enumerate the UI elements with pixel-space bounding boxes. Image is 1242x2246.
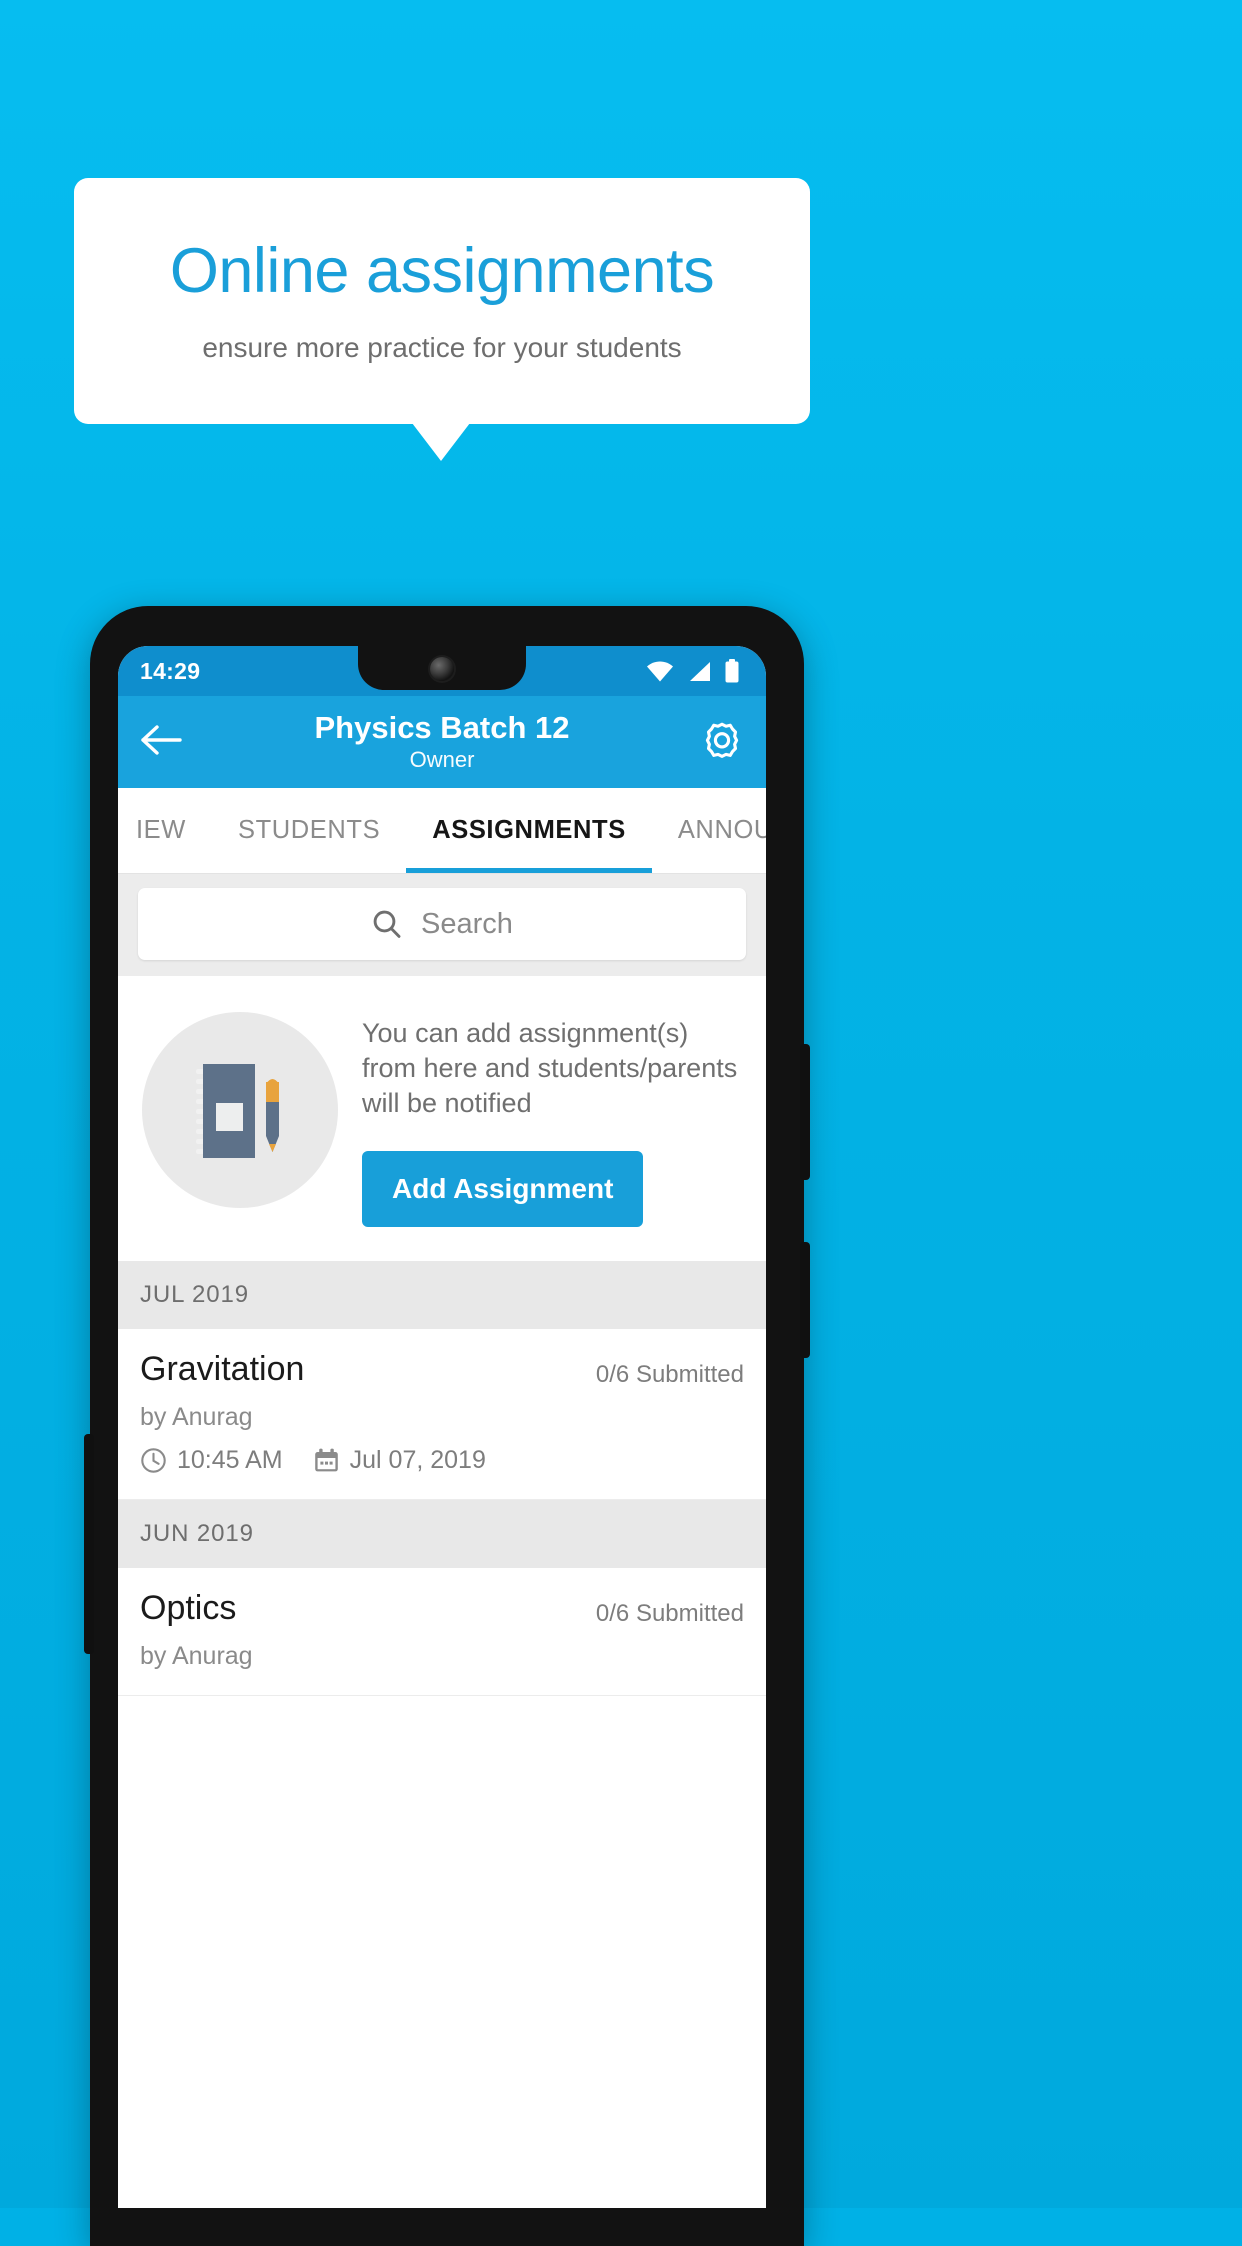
status-icons: [646, 659, 744, 683]
assignment-meta: 10:45 AM Jul 07, 2019: [140, 1446, 744, 1475]
page-subtitle: Owner: [409, 746, 475, 772]
promo-subtitle: ensure more practice for your students: [202, 332, 682, 364]
assignment-submitted-count: 0/6 Submitted: [595, 1361, 744, 1389]
page-title: Physics Batch 12: [314, 710, 570, 746]
search-section: Search: [118, 874, 766, 976]
notebook-and-pen-icon: [142, 1012, 338, 1208]
assignment-header: Gravitation 0/6 Submitted: [140, 1350, 744, 1389]
assignment-author: by Anurag: [140, 1403, 253, 1432]
wifi-icon: [647, 661, 673, 681]
status-bar: 14:29: [118, 646, 766, 696]
phone-power-button: [800, 1242, 810, 1358]
assignment-submitted-count: 0/6 Submitted: [595, 1600, 744, 1628]
promo-callout-tail: [412, 423, 470, 461]
month-header-jul: JUL 2019: [118, 1261, 766, 1330]
gear-icon[interactable]: [700, 718, 744, 767]
app-bar-titles: Physics Batch 12 Owner: [118, 696, 766, 788]
assignment-time: 10:45 AM: [177, 1446, 283, 1475]
assignment-header: Optics 0/6 Submitted: [140, 1589, 744, 1628]
phone-screen: 14:29 Physics Batch 12 Owner IEW STUDENT…: [118, 646, 766, 2208]
cellular-signal-icon: [690, 661, 710, 681]
assignment-title: Optics: [140, 1589, 237, 1628]
tab-overview[interactable]: IEW: [118, 788, 212, 873]
phone-notch: [358, 646, 526, 690]
empty-state-card: You can add assignment(s) from here and …: [118, 976, 766, 1262]
empty-state-content: You can add assignment(s) from here and …: [362, 1006, 742, 1228]
assignment-author: by Anurag: [140, 1642, 253, 1671]
tab-students[interactable]: STUDENTS: [212, 788, 406, 873]
promo-title: Online assignments: [169, 235, 715, 306]
search-placeholder: Search: [421, 907, 513, 940]
clock-icon: [141, 1448, 166, 1474]
app-bar: Physics Batch 12 Owner: [118, 696, 766, 788]
tab-announcements[interactable]: ANNOUNCEM: [652, 788, 766, 873]
back-arrow-icon[interactable]: [140, 724, 182, 761]
assignment-date: Jul 07, 2019: [349, 1446, 486, 1475]
search-input[interactable]: Search: [138, 888, 746, 960]
assignment-row-gravitation[interactable]: Gravitation 0/6 Submitted by Anurag 10:4…: [118, 1329, 766, 1501]
month-header-jun: JUN 2019: [118, 1500, 766, 1569]
front-camera-icon: [430, 657, 454, 681]
assignment-row-optics[interactable]: Optics 0/6 Submitted by Anurag: [118, 1568, 766, 1697]
add-assignment-button[interactable]: Add Assignment: [362, 1151, 644, 1228]
calendar-icon: [314, 1448, 338, 1472]
phone-left-button: [84, 1434, 94, 1654]
tab-assignments[interactable]: ASSIGNMENTS: [406, 788, 652, 873]
assignment-title: Gravitation: [140, 1350, 305, 1389]
search-icon: [373, 910, 401, 938]
phone-volume-button: [800, 1044, 810, 1180]
tab-bar: IEW STUDENTS ASSIGNMENTS ANNOUNCEM: [118, 788, 766, 874]
promo-callout-card: Online assignments ensure more practice …: [74, 178, 810, 424]
empty-state-message: You can add assignment(s) from here and …: [362, 1018, 738, 1119]
battery-icon: [725, 659, 739, 683]
status-time: 14:29: [140, 657, 201, 684]
